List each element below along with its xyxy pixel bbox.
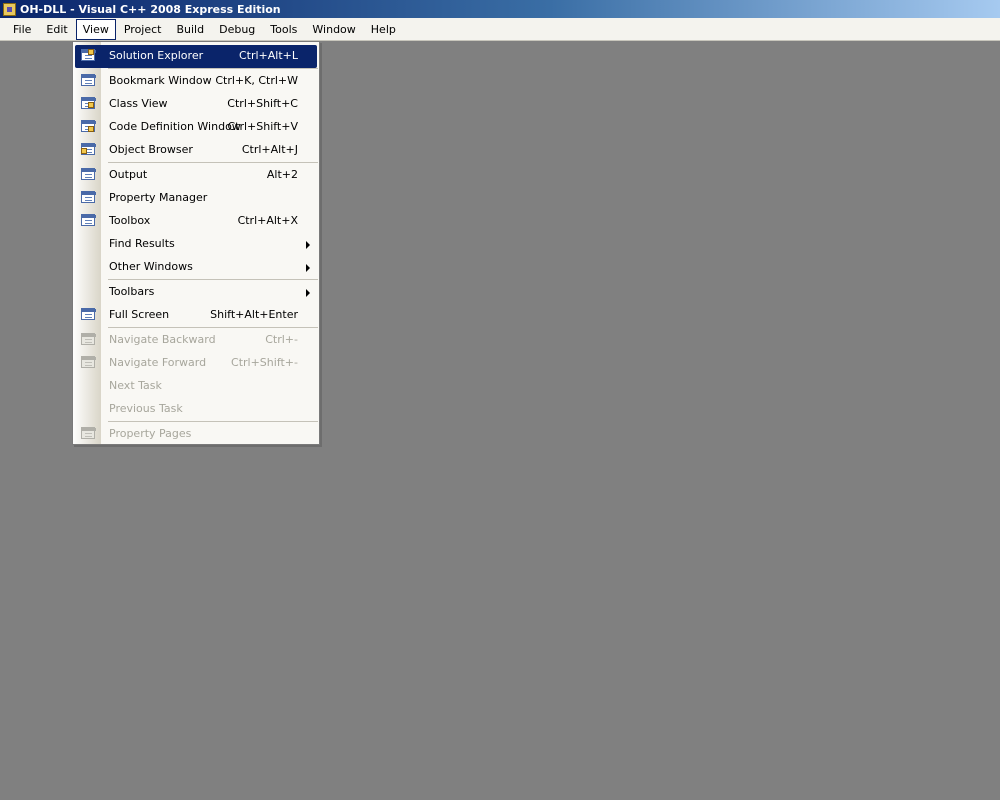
menu-item-output[interactable]: Output Alt+2 [73, 164, 319, 187]
menu-item-other-windows[interactable]: Other Windows [73, 256, 319, 279]
menu-item-object-browser[interactable]: Object Browser Ctrl+Alt+J [73, 139, 319, 162]
menu-item-shortcut: Ctrl+Alt+L [238, 49, 298, 62]
menu-item-label: Full Screen [109, 308, 170, 321]
menu-item-code-definition-window[interactable]: Code Definition Window Ctrl+Shift+V [73, 116, 319, 139]
menu-item-solution-explorer[interactable]: Solution Explorer Ctrl+Alt+L [73, 45, 319, 68]
menu-item-full-screen[interactable]: Full Screen Shift+Alt+Enter [73, 304, 319, 327]
menu-item-shortcut: Ctrl+K, Ctrl+W [215, 74, 298, 87]
menu-item-shortcut: Ctrl+Shift+C [227, 97, 298, 110]
menu-item-shortcut: Ctrl+Shift+- [231, 356, 298, 369]
property-pages-icon [81, 427, 96, 441]
menu-item-label: Output [109, 168, 148, 181]
navigate-backward-icon [81, 333, 96, 347]
class-view-icon [81, 97, 96, 111]
visual-studio-app-icon[interactable] [3, 2, 16, 16]
menu-item-shortcut: Ctrl+- [265, 333, 298, 346]
menu-item-label: Toolbars [109, 285, 155, 298]
menu-item-label: Class View [109, 97, 168, 110]
window-title: OH-DLL - Visual C++ 2008 Express Edition [20, 2, 281, 16]
property-manager-icon [81, 191, 96, 205]
menu-item-shortcut: Shift+Alt+Enter [210, 308, 298, 321]
menu-item-previous-task: Previous Task [73, 398, 319, 421]
menu-item-find-results[interactable]: Find Results [73, 233, 319, 256]
menu-item-label: Next Task [109, 379, 162, 392]
menu-help[interactable]: Help [364, 19, 403, 40]
menu-window[interactable]: Window [305, 19, 362, 40]
menu-debug[interactable]: Debug [212, 19, 262, 40]
menu-item-label: Property Manager [109, 191, 208, 204]
bookmark-window-icon [81, 74, 96, 88]
menu-item-label: Solution Explorer [109, 49, 204, 62]
view-menu-dropdown: Solution Explorer Ctrl+Alt+L Bookmark Wind… [72, 41, 320, 445]
menu-item-property-manager[interactable]: Property Manager [73, 187, 319, 210]
menu-item-shortcut: Ctrl+Alt+J [241, 143, 298, 156]
submenu-arrow-icon [306, 264, 310, 272]
menu-build[interactable]: Build [169, 19, 211, 40]
title-bar: OH-DLL - Visual C++ 2008 Express Edition [0, 0, 1000, 18]
menu-item-label: Object Browser [109, 143, 193, 156]
menu-item-toolbars[interactable]: Toolbars [73, 281, 319, 304]
menu-item-shortcut: Ctrl+Shift+V [227, 120, 298, 133]
menu-project[interactable]: Project [117, 19, 169, 40]
submenu-arrow-icon [306, 241, 310, 249]
menu-item-label: Code Definition Window [109, 120, 241, 133]
menu-item-bookmark-window[interactable]: Bookmark Window Ctrl+K, Ctrl+W [73, 70, 319, 93]
menu-item-label: Navigate Backward [109, 333, 216, 346]
toolbox-icon [81, 214, 96, 228]
menu-item-label: Find Results [109, 237, 175, 250]
menu-item-label: Previous Task [109, 402, 183, 415]
menu-item-class-view[interactable]: Class View Ctrl+Shift+C [73, 93, 319, 116]
menu-item-toolbox[interactable]: Toolbox Ctrl+Alt+X [73, 210, 319, 233]
menu-item-property-pages: Property Pages [73, 423, 319, 446]
menu-tools[interactable]: Tools [263, 19, 304, 40]
menu-item-label: Toolbox [109, 214, 151, 227]
menu-item-label: Navigate Forward [109, 356, 207, 369]
menu-item-navigate-backward: Navigate Backward Ctrl+- [73, 329, 319, 352]
menu-item-navigate-forward: Navigate Forward Ctrl+Shift+- [73, 352, 319, 375]
menu-bar: File Edit View Project Build Debug Tools… [0, 18, 1000, 41]
object-browser-icon [81, 143, 96, 157]
navigate-forward-icon [81, 356, 96, 370]
menu-item-shortcut: Alt+2 [266, 168, 298, 181]
code-definition-icon [81, 120, 96, 134]
output-icon [81, 168, 96, 182]
menu-item-next-task: Next Task [73, 375, 319, 398]
menu-view[interactable]: View [75, 18, 116, 40]
menu-item-shortcut: Ctrl+Alt+X [237, 214, 298, 227]
view-menu-list: Solution Explorer Ctrl+Alt+L Bookmark Wind… [73, 45, 319, 446]
menu-item-label: Bookmark Window [109, 74, 212, 87]
menu-item-label: Property Pages [109, 427, 192, 440]
full-screen-icon [81, 308, 96, 322]
menu-file[interactable]: File [6, 19, 38, 40]
menu-edit[interactable]: Edit [39, 19, 74, 40]
solution-explorer-icon [81, 49, 96, 63]
menu-item-label: Other Windows [109, 260, 193, 273]
submenu-arrow-icon [306, 289, 310, 297]
